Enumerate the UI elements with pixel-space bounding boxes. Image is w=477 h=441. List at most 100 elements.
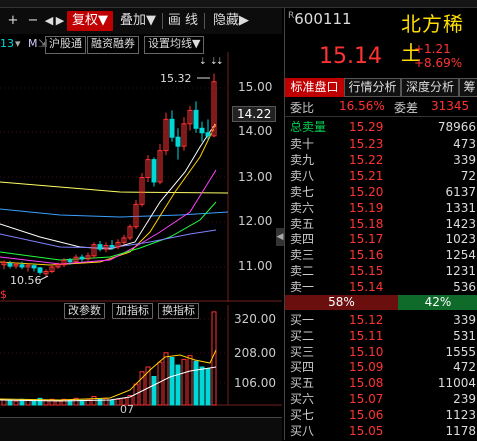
candle-body xyxy=(97,244,103,250)
order-price: 15.08 xyxy=(349,376,384,391)
order-label: 买一 xyxy=(290,313,315,327)
buy-ratio: 42% xyxy=(398,295,477,310)
order-volume: 1555 xyxy=(445,344,476,359)
candle-body xyxy=(67,259,73,263)
volume-ma-line xyxy=(0,349,217,401)
candle-body xyxy=(79,256,85,260)
order-label: 卖三 xyxy=(290,248,315,263)
sell-order-row[interactable]: 卖九 15.22 339 xyxy=(285,152,477,168)
sell-order-row[interactable]: 卖三 15.16 1254 xyxy=(285,247,477,263)
buy-order-row[interactable]: 买二 15.11 531 xyxy=(285,328,477,344)
weibi-label: 委比 xyxy=(290,101,315,115)
order-price: 15.29 xyxy=(349,120,384,134)
volume-bar xyxy=(199,366,205,406)
volume-bar xyxy=(181,358,187,406)
order-volume: 1231 xyxy=(445,264,476,279)
price-axis-label: 11.00 xyxy=(238,259,273,273)
period-number: 13 xyxy=(0,37,14,50)
zoom-out-icon[interactable]: − xyxy=(24,11,42,31)
sell-order-row[interactable]: 卖七 15.20 6137 xyxy=(285,184,477,200)
order-label: 卖六 xyxy=(290,200,315,215)
order-price: 15.11 xyxy=(349,328,384,343)
order-price: 15.14 xyxy=(349,280,384,295)
hide-button[interactable]: 隐藏▶ xyxy=(206,11,256,31)
candlesticks xyxy=(1,73,217,277)
tab-deep-analysis[interactable]: 深度分析 xyxy=(401,78,459,97)
price-axis-label: 12.00 xyxy=(238,214,273,228)
volume-bars xyxy=(1,311,217,406)
zoom-in-icon[interactable]: + xyxy=(4,11,22,31)
sell-order-row[interactable]: 卖一 15.14 536 xyxy=(285,279,477,295)
sell-order-row[interactable]: 卖六 15.19 1331 xyxy=(285,200,477,216)
toggle-icon[interactable]: ▾ xyxy=(15,36,21,52)
volume-bar xyxy=(13,400,19,406)
buy-order-row[interactable]: 买八 15.05 1178 xyxy=(285,423,477,439)
diejia-button[interactable]: 叠加▼ xyxy=(116,11,160,31)
order-volume: 1178 xyxy=(445,423,476,438)
order-volume: 536 xyxy=(453,280,476,295)
price-axis-label: 13.00 xyxy=(238,170,273,184)
volume-chart[interactable]: 320.00 208.00 106.00 07 xyxy=(0,305,282,415)
volume-bar xyxy=(103,397,109,406)
sell-total-row[interactable]: 总卖量 15.29 78966 xyxy=(285,119,477,135)
weicha-value: 31345 xyxy=(431,99,470,113)
event-s-icon[interactable]: $ xyxy=(0,288,7,301)
order-price: 15.16 xyxy=(349,248,384,263)
stock-code: R600111 xyxy=(288,10,352,28)
tab-chips[interactable]: 筹 xyxy=(459,78,477,97)
candle-body xyxy=(7,262,13,267)
tab-standard-orderbook[interactable]: 标准盘口 xyxy=(285,78,344,97)
divider xyxy=(285,116,477,117)
order-volume: 1023 xyxy=(445,232,476,247)
order-volume: 239 xyxy=(453,392,476,406)
order-label: 总卖量 xyxy=(290,120,327,134)
sell-order-row[interactable]: 卖二 15.15 1231 xyxy=(285,263,477,279)
ma-line xyxy=(0,201,217,261)
tab-market-analysis[interactable]: 行情分析 xyxy=(344,78,401,97)
stock-code-value: 600111 xyxy=(294,10,352,28)
buy-order-row[interactable]: 买四 15.09 472 xyxy=(285,359,477,375)
order-volume: 72 xyxy=(460,168,476,183)
volume-ma-lines xyxy=(0,349,217,402)
sell-order-row[interactable]: 卖四 15.17 1023 xyxy=(285,231,477,247)
moving-average-lines xyxy=(0,123,229,266)
candle-body xyxy=(169,118,175,138)
order-volume: 339 xyxy=(453,152,476,167)
scroll-left-icon[interactable]: ◀ xyxy=(44,11,54,31)
order-volume: 473 xyxy=(453,137,476,151)
order-volume: 472 xyxy=(453,360,476,375)
buy-order-row[interactable]: 买七 15.06 1123 xyxy=(285,407,477,423)
order-volume: 1123 xyxy=(445,407,476,422)
candle-body xyxy=(19,264,25,268)
buy-order-row[interactable]: 买五 15.08 11004 xyxy=(285,375,477,391)
volume-bar xyxy=(151,376,157,406)
buy-order-row[interactable]: 买三 15.10 1555 xyxy=(285,344,477,360)
sell-order-row[interactable]: 卖八 15.21 72 xyxy=(285,168,477,184)
buy-order-row[interactable]: 买一 15.12 339 xyxy=(285,312,477,328)
volume-axis-label: 320.00 xyxy=(234,312,276,326)
m-label[interactable]: M xyxy=(28,36,38,52)
weibi-value: 16.56% xyxy=(339,99,385,113)
buy-order-row[interactable]: 买六 15.07 239 xyxy=(285,391,477,407)
ma-line xyxy=(0,181,229,194)
ma-line xyxy=(0,208,229,218)
order-label: 卖九 xyxy=(290,152,315,167)
draw-line-button[interactable]: 画 线 xyxy=(164,11,202,31)
toolbar-divider xyxy=(204,13,205,29)
order-label: 卖八 xyxy=(290,168,315,183)
quote-panel: R600111 北方稀土 15.14 +1.21 +8.69% 标准盘口 行情分… xyxy=(284,8,477,440)
order-price: 15.23 xyxy=(349,137,384,151)
sell-ratio: 58% xyxy=(285,295,398,310)
order-label: 卖四 xyxy=(290,232,315,247)
volume-bar xyxy=(175,364,181,406)
fuquan-button[interactable]: 复权▼ xyxy=(67,11,113,31)
scroll-right-icon[interactable]: ▶ xyxy=(55,11,65,31)
volume-bar xyxy=(31,400,37,406)
change-amount: +1.21 xyxy=(414,42,451,56)
sell-order-row[interactable]: 卖五 15.18 1423 xyxy=(285,216,477,232)
bottom-tab-strip xyxy=(0,417,282,441)
sell-order-row[interactable]: 卖十 15.23 473 xyxy=(285,136,477,152)
candle-body xyxy=(31,265,37,269)
weicha-label: 委差 xyxy=(394,101,419,115)
collapse-panel-icon[interactable]: ◀ xyxy=(276,228,284,246)
